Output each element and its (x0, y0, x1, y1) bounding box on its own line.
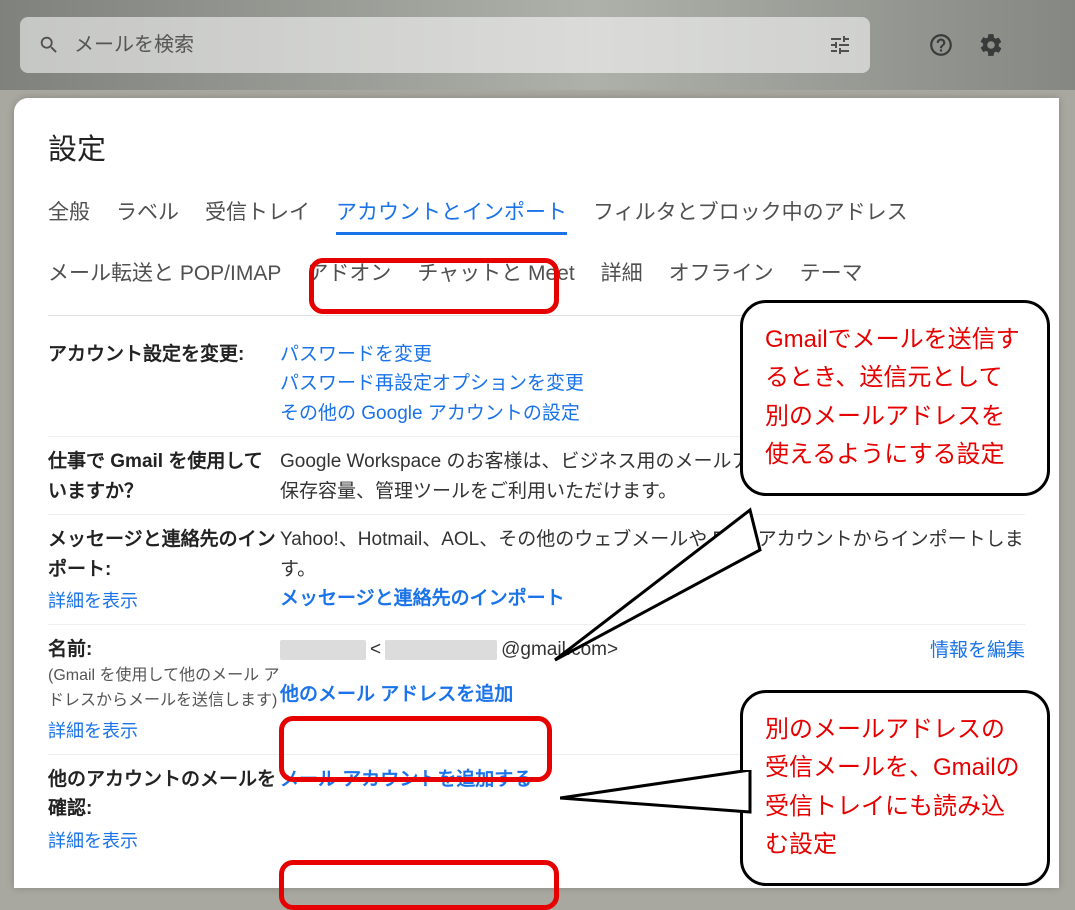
callout-send-as: Gmailでメールを送信するとき、送信元として別のメールアドレスを使えるようにす… (740, 300, 1050, 496)
callout-tail-1 (555, 510, 765, 675)
email-prefix: < (370, 635, 381, 664)
link-more-name[interactable]: 詳細を表示 (48, 718, 280, 746)
search-bar[interactable] (20, 17, 870, 73)
tab-labels[interactable]: ラベル (116, 196, 179, 235)
row-label-text: メッセージと連絡先のインポート: (48, 529, 276, 579)
redacted-name (280, 640, 366, 660)
help-icon[interactable] (928, 32, 954, 58)
row-label: 名前: (Gmail を使用して他のメール アドレスからメールを送信します) 詳… (48, 635, 280, 746)
row-label-text: 他のアカウントのメールを確認: (48, 769, 276, 819)
row-sublabel: (Gmail を使用して他のメール アドレスからメールを送信します) (48, 664, 280, 714)
link-more-other[interactable]: 詳細を表示 (48, 828, 280, 856)
tab-forwarding[interactable]: メール転送と POP/IMAP (48, 257, 281, 293)
row-label-text: 名前: (48, 639, 92, 660)
tab-chat[interactable]: チャットと Meet (417, 257, 574, 293)
link-add-mail-account[interactable]: メール アカウントを追加する (280, 769, 532, 790)
tab-accounts-import[interactable]: アカウントとインポート (336, 196, 567, 235)
row-label: メッセージと連絡先のインポート: 詳細を表示 (48, 525, 280, 616)
tabs-row: 全般 ラベル 受信トレイ アカウントとインポート フィルタとブロック中のアドレス… (48, 196, 1025, 293)
redacted-local (385, 640, 497, 660)
page-title: 設定 (48, 126, 1025, 168)
tab-offline[interactable]: オフライン (669, 257, 774, 293)
search-icon (38, 34, 60, 56)
row-label: 仕事で Gmail を使用していますか？ (48, 447, 280, 506)
link-more-import[interactable]: 詳細を表示 (48, 588, 280, 616)
row-import: メッセージと連絡先のインポート: 詳細を表示 Yahoo!、Hotmail、AO… (48, 515, 1025, 625)
gear-icon[interactable] (978, 32, 1004, 58)
topbar (0, 0, 1075, 90)
highlight-box-add-account (279, 860, 559, 910)
tab-themes[interactable]: テーマ (800, 257, 863, 293)
tab-inbox[interactable]: 受信トレイ (205, 196, 310, 235)
row-label: 他のアカウントのメールを確認: 詳細を表示 (48, 765, 280, 856)
tune-icon[interactable] (828, 33, 852, 57)
tab-filters[interactable]: フィルタとブロック中のアドレス (593, 196, 908, 235)
tab-general[interactable]: 全般 (48, 196, 90, 235)
row-label: アカウント設定を変更: (48, 340, 280, 428)
callout-tail-2 (560, 770, 760, 835)
tab-advanced[interactable]: 詳細 (601, 257, 643, 293)
tab-addons[interactable]: アドオン (307, 257, 391, 293)
search-input[interactable] (60, 34, 828, 57)
callout-fetch-mail: 別のメールアドレスの受信メールを、Gmailの受信トレイにも読み込む設定 (740, 690, 1050, 886)
